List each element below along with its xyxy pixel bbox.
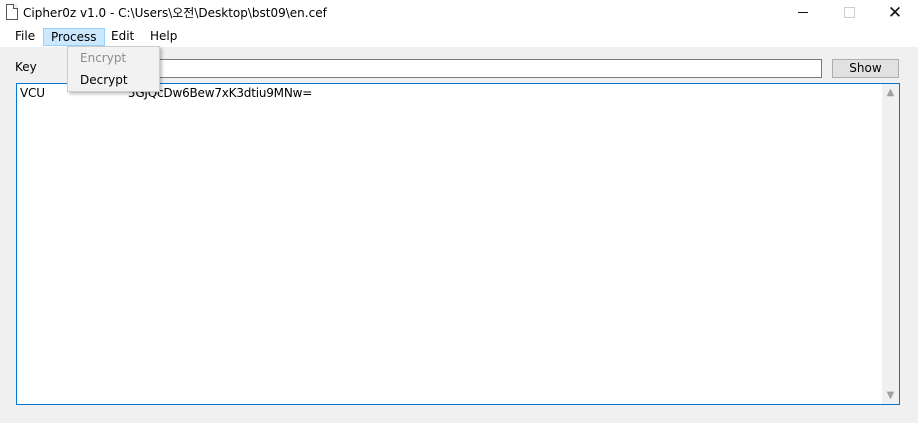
show-button[interactable]: Show	[832, 59, 899, 78]
window-title: Cipher0z v1.0 - C:\Users\오전\Desktop\bst0…	[23, 6, 327, 20]
menu-bar: File Process Edit Help	[0, 25, 918, 47]
process-dropdown-menu: Encrypt Decrypt	[67, 46, 160, 92]
menu-item-encrypt: Encrypt	[80, 51, 127, 65]
key-input[interactable]	[145, 59, 822, 78]
maximize-button[interactable]	[826, 0, 872, 25]
scroll-down-icon[interactable]: ▼	[882, 387, 899, 404]
content-text: VCU 5GJQcDw6Bew7xK3dtiu9MNw=	[20, 86, 313, 100]
content-textarea[interactable]: VCU 5GJQcDw6Bew7xK3dtiu9MNw= ▲ ▼	[16, 83, 900, 405]
key-label: Key	[15, 60, 37, 74]
document-icon	[6, 4, 18, 20]
maximize-icon	[843, 7, 855, 18]
close-button[interactable]: ✕	[872, 0, 918, 25]
title-bar: Cipher0z v1.0 - C:\Users\오전\Desktop\bst0…	[0, 0, 918, 25]
menu-edit[interactable]: Edit	[104, 28, 141, 46]
minimize-button[interactable]	[780, 0, 826, 25]
minimize-icon	[798, 12, 808, 13]
vertical-scrollbar[interactable]: ▲ ▼	[882, 84, 899, 404]
menu-process[interactable]: Process	[43, 28, 105, 46]
menu-item-decrypt[interactable]: Decrypt	[69, 70, 158, 91]
scroll-up-icon[interactable]: ▲	[882, 84, 899, 101]
close-icon: ✕	[887, 2, 903, 23]
menu-file[interactable]: File	[8, 28, 42, 46]
menu-help[interactable]: Help	[143, 28, 184, 46]
